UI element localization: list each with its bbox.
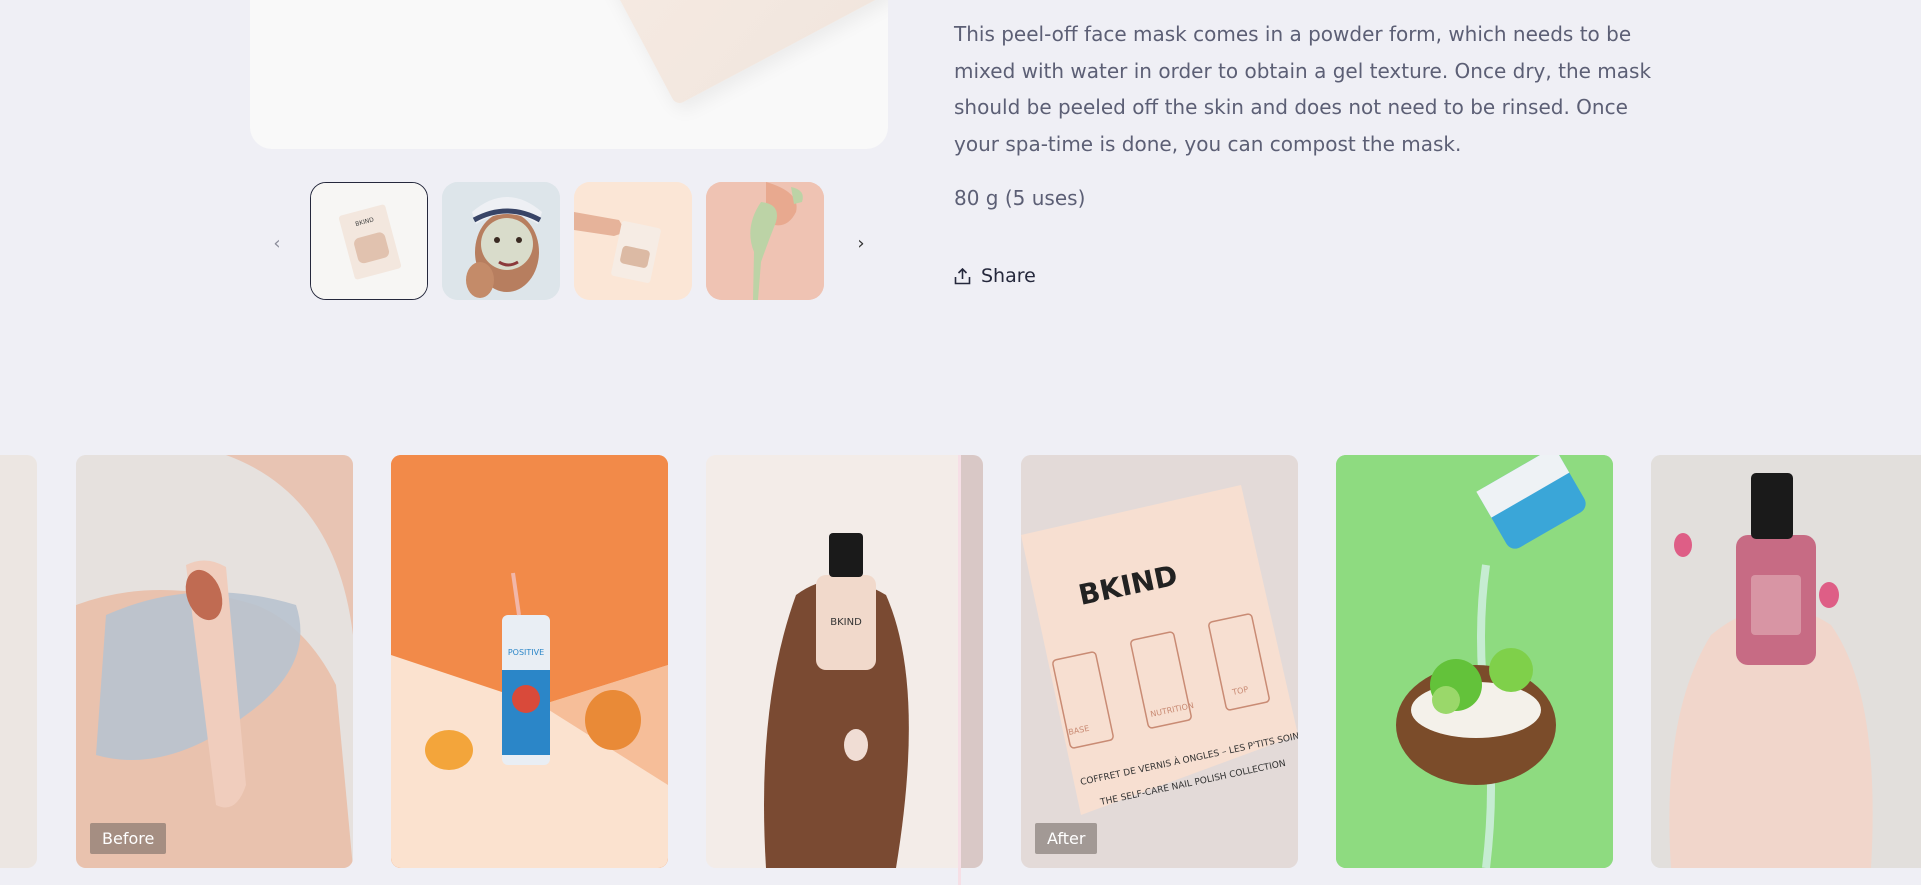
nail-polish-hand-tile: BKIND xyxy=(706,455,983,868)
woman-face-mask-thumb-image xyxy=(442,182,560,300)
svg-text:POSITIVE: POSITIVE xyxy=(508,648,544,657)
hand-holding-package-thumb-image xyxy=(574,182,692,300)
coconut-lime-splash-image xyxy=(1336,455,1613,868)
positive-drink-can-image: POSITIVE xyxy=(391,455,668,868)
thumbnail-prev-button[interactable]: ‹ xyxy=(262,228,292,258)
skin-before-image xyxy=(76,455,353,868)
chevron-right-icon: › xyxy=(857,232,865,254)
product-description: This peel-off face mask comes in a powde… xyxy=(954,22,1652,156)
main-product-image xyxy=(250,0,888,149)
pink-nail-polish-tile xyxy=(1651,455,1921,868)
share-label: Share xyxy=(981,265,1036,287)
coconut-drink-tile xyxy=(1336,455,1613,868)
mask-package-thumb-image: BKIND xyxy=(311,183,427,299)
thumbnail-1[interactable]: BKIND xyxy=(310,182,428,300)
before-after-slider-handle[interactable] xyxy=(958,455,961,885)
mask-package-image xyxy=(572,0,888,106)
after-label: After xyxy=(1035,823,1098,854)
share-button[interactable]: Share xyxy=(954,265,1036,287)
after-image-tile: BKIND BASE NUTRITION TOP COFFRET DE VERN… xyxy=(1021,455,1298,868)
chevron-left-icon: ‹ xyxy=(273,232,281,254)
product-size: 80 g (5 uses) xyxy=(954,186,1086,210)
green-gel-thumb-image xyxy=(706,182,824,300)
thumbnail-next-button[interactable]: › xyxy=(846,228,876,258)
gallery-tile-partial xyxy=(0,455,37,868)
before-image-tile: Before xyxy=(76,455,353,868)
nail-kit-box-image: BKIND BASE NUTRITION TOP COFFRET DE VERN… xyxy=(1021,455,1298,868)
before-label: Before xyxy=(90,823,167,854)
hand-nail-polish-image: BKIND xyxy=(706,455,983,868)
svg-text:BKIND: BKIND xyxy=(830,617,862,628)
thumbnail-4[interactable] xyxy=(706,182,824,300)
thumbnail-2[interactable] xyxy=(442,182,560,300)
pink-polish-hand-image xyxy=(1651,455,1921,868)
thumbnail-3[interactable] xyxy=(574,182,692,300)
share-icon xyxy=(954,267,971,284)
drink-image-tile: POSITIVE xyxy=(391,455,668,868)
